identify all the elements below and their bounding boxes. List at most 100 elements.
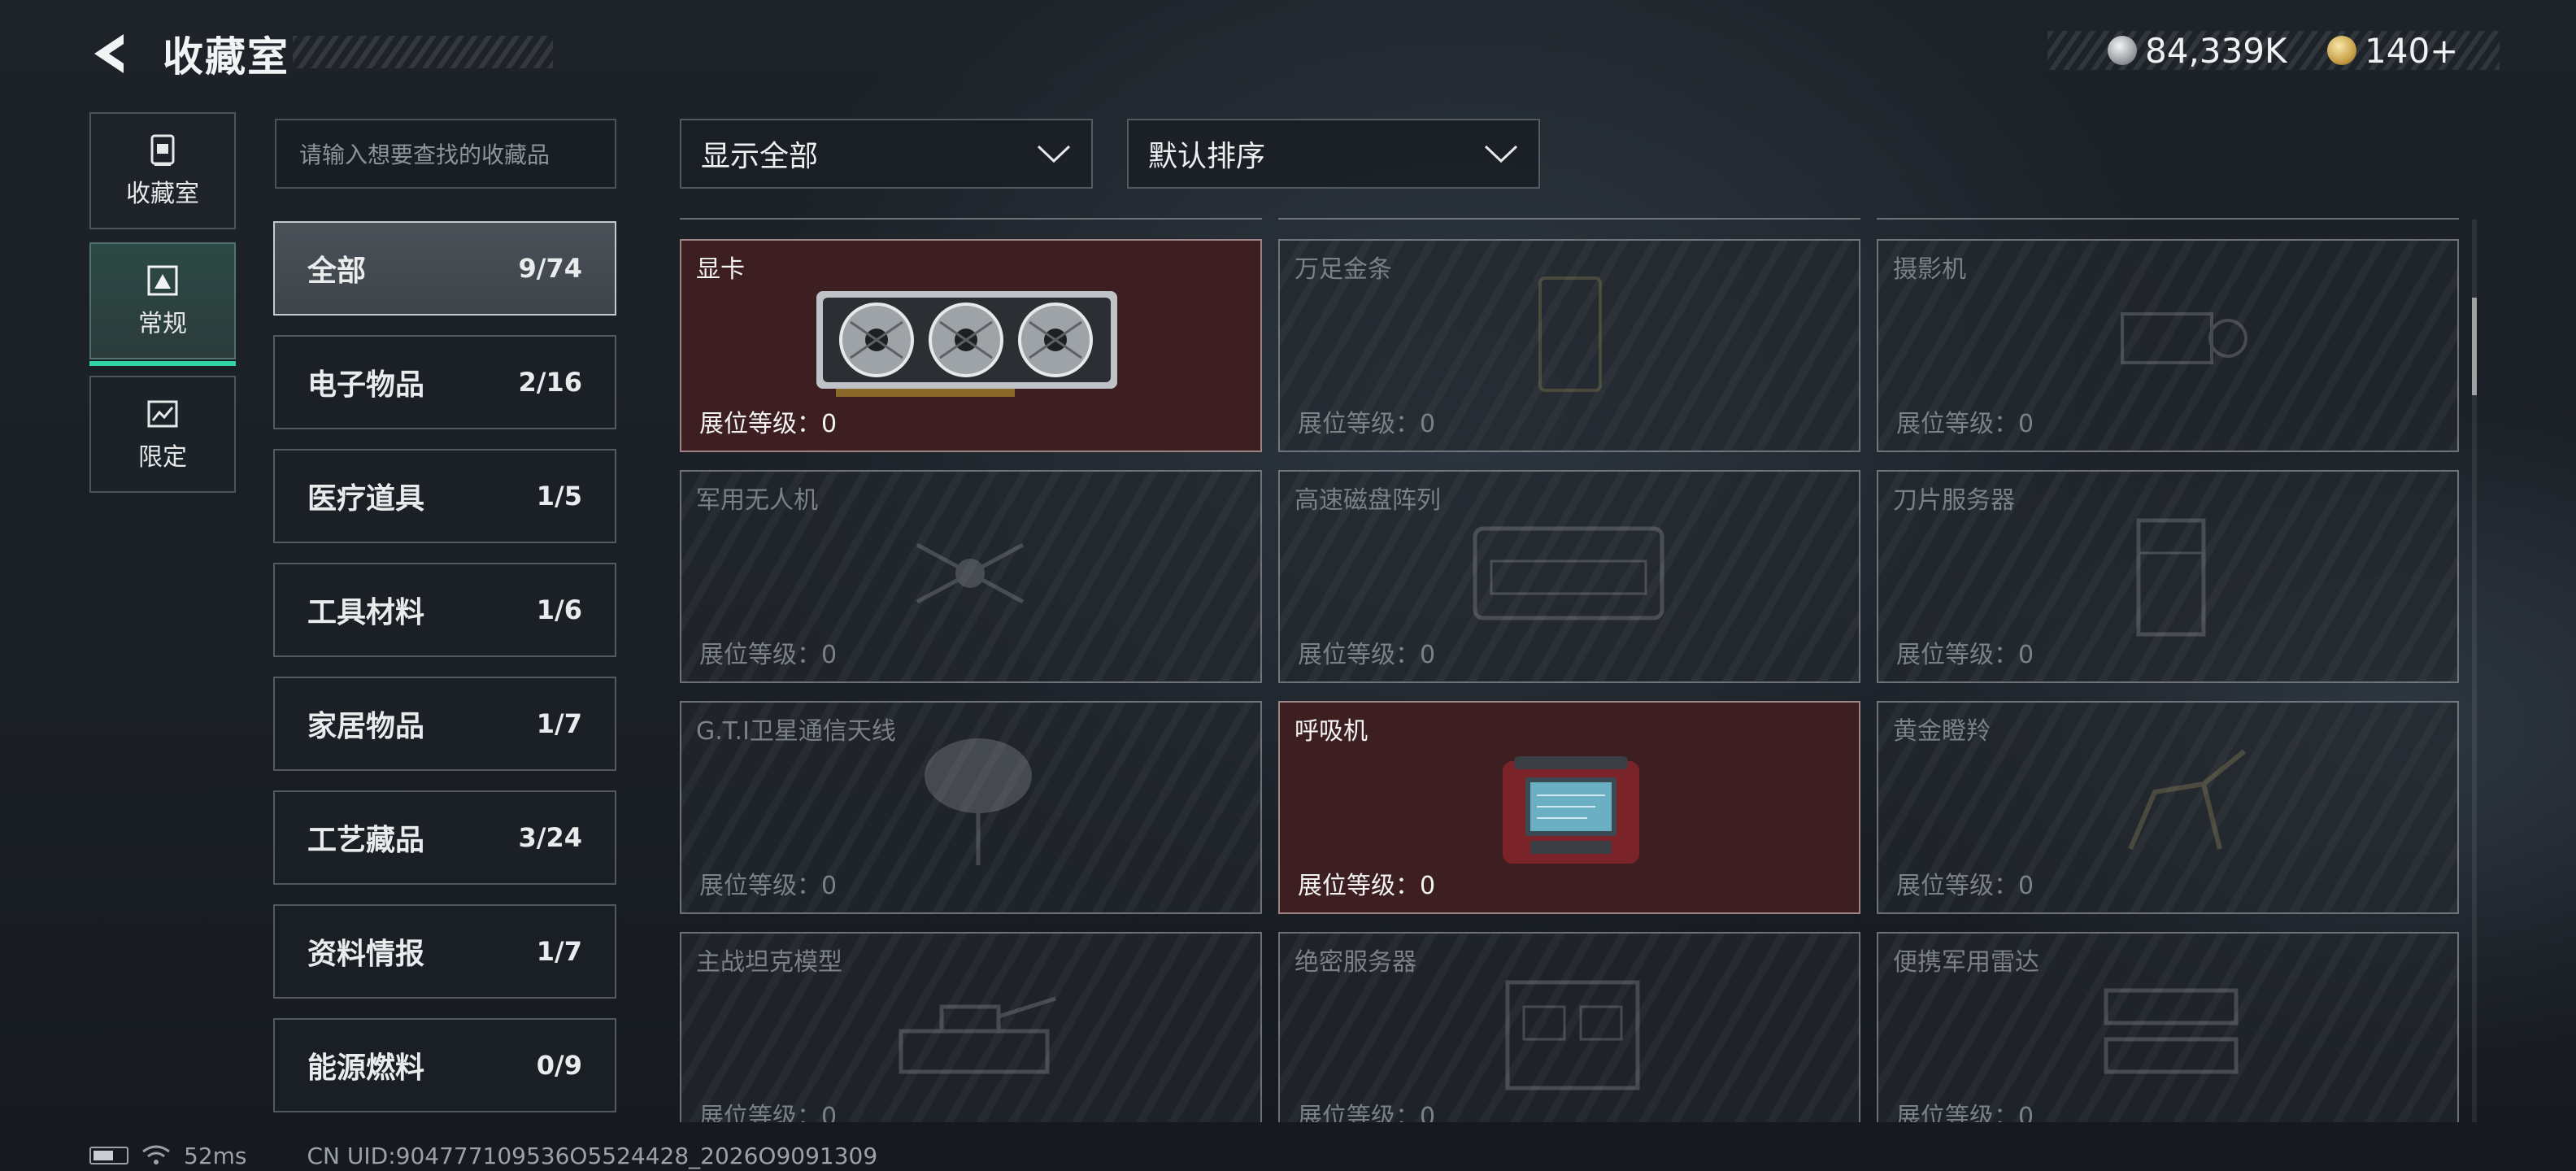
category-count: 2/16 [518,367,582,398]
item-level: 展位等级：0 [1896,1103,2034,1122]
item-level: 展位等级：0 [1298,641,1436,669]
item-level: 展位等级：0 [699,641,838,669]
category-label: 工具材料 [307,596,425,629]
collection-grid: 显卡 展位等级：0 万足金条 展位等级：0 摄影机 展位等级：0 军用无人机 展… [680,220,2459,1122]
item-card-graphics-card[interactable]: 显卡 展位等级：0 [680,239,1262,452]
locker-icon [150,134,175,166]
item-level: 展位等级：0 [1896,872,2034,900]
status-bar: 52ms CN UID:904777109536O5524428_2026O90… [89,1142,877,1169]
sort-value: 默认排序 [1148,140,1266,173]
category-count: 1/7 [536,708,582,739]
camera-silhouette [2121,312,2247,364]
regular-icon [147,265,178,296]
item-card-military-drone[interactable]: 军用无人机 展位等级：0 [680,470,1262,683]
nav-item-regular[interactable]: 常规 [89,242,236,366]
radar-silhouette [2104,988,2239,1074]
show-filter-value: 显示全部 [701,140,819,173]
item-name: 军用无人机 [696,486,818,515]
back-arrow-icon [94,34,124,73]
tank-silhouette [899,996,1056,1074]
item-card-disk-array[interactable]: 高速磁盘阵列 展位等级：0 [1278,470,1860,683]
ventilator-image [1503,756,1639,864]
item-level: 展位等级：0 [1298,410,1436,438]
nav-label-limited: 限定 [138,443,187,472]
category-crafts[interactable]: 工艺藏品 3/24 [273,790,616,885]
gold-currency: 140+ [2327,30,2459,71]
nav-item-limited[interactable]: 限定 [89,376,236,493]
category-intel[interactable]: 资料情报 1/7 [273,904,616,999]
uid-text: CN UID:904777109536O5524428_2026O9091309 [307,1142,878,1169]
item-name: 便携军用雷达 [1893,948,2039,977]
item-name: 呼吸机 [1295,717,1368,746]
item-name: 高速磁盘阵列 [1295,486,1441,515]
limited-icon [147,400,178,428]
category-electronics[interactable]: 电子物品 2/16 [273,335,616,429]
wifi-icon [142,1145,170,1164]
category-label: 资料情报 [307,938,425,971]
category-all[interactable]: 全部 9/74 [273,221,616,316]
item-card-portable-radar[interactable]: 便携军用雷达 展位等级：0 [1877,932,2459,1122]
back-button[interactable] [88,29,137,78]
item-level: 展位等级：0 [1896,641,2034,669]
category-label: 全部 [307,255,367,288]
grid-top-divider [680,218,2459,220]
category-count: 3/24 [518,822,582,853]
category-energy[interactable]: 能源燃料 0/9 [273,1018,616,1112]
item-card-camera[interactable]: 摄影机 展位等级：0 [1877,239,2459,452]
category-label: 医疗道具 [307,482,425,516]
gold-bar-silhouette [1538,276,1602,392]
item-name: G.T.I卫星通信天线 [696,717,896,746]
category-label: 工艺藏品 [307,824,425,857]
scrollbar-thumb[interactable] [2472,298,2477,395]
gold-amount: 140+ [2365,30,2459,71]
currency-bar: 84,339K 140+ [2047,30,2500,71]
disk-array-silhouette [1473,526,1664,620]
gold-coin-icon [2327,36,2356,65]
item-card-golden-gazelle[interactable]: 黄金瞪羚 展位等级：0 [1877,701,2459,914]
item-level: 展位等级：0 [699,872,838,900]
blade-server-silhouette [2136,518,2206,637]
item-card-secret-server[interactable]: 绝密服务器 展位等级：0 [1278,932,1860,1122]
silver-amount: 84,339K [2145,30,2287,71]
category-tools[interactable]: 工具材料 1/6 [273,563,616,657]
drone-silhouette [916,542,1025,604]
item-name: 刀片服务器 [1893,486,2015,515]
item-name: 绝密服务器 [1295,948,1416,977]
item-level: 展位等级：0 [1298,1103,1436,1122]
item-card-blade-server[interactable]: 刀片服务器 展位等级：0 [1877,470,2459,683]
item-name: 摄影机 [1893,255,1966,284]
category-label: 家居物品 [307,710,425,743]
search-placeholder: 请输入想要查找的收藏品 [299,141,550,168]
item-card-tank-model[interactable]: 主战坦克模型 展位等级：0 [680,932,1262,1122]
show-filter-dropdown[interactable]: 显示全部 [680,119,1093,189]
item-name: 主战坦克模型 [696,948,842,977]
page-title: 收藏室 [163,33,289,81]
silver-coin-icon [2108,36,2137,65]
chevron-down-icon [1484,145,1518,163]
silver-currency: 84,339K [2108,30,2287,71]
item-level: 展位等级：0 [699,1103,838,1122]
ping-value: 52ms [184,1142,247,1169]
item-name: 万足金条 [1295,255,1392,284]
search-input[interactable]: 请输入想要查找的收藏品 [275,119,616,189]
item-card-ventilator[interactable]: 呼吸机 展位等级：0 [1278,701,1860,914]
category-count: 1/5 [536,481,582,511]
nav-item-locker[interactable]: 收藏室 [89,112,236,229]
category-count: 1/6 [536,594,582,625]
chevron-down-icon [1037,145,1071,163]
title-decoration [293,36,553,68]
item-name: 黄金瞪羚 [1893,717,1991,746]
battery-icon [89,1147,128,1164]
category-medical[interactable]: 医疗道具 1/5 [273,449,616,543]
secret-server-silhouette [1505,980,1640,1090]
gazelle-silhouette [2128,749,2246,851]
item-card-satellite-antenna[interactable]: G.T.I卫星通信天线 展位等级：0 [680,701,1262,914]
category-label: 电子物品 [307,368,425,402]
item-level: 展位等级：0 [1298,872,1436,900]
item-card-gold-bar[interactable]: 万足金条 展位等级：0 [1278,239,1860,452]
category-household[interactable]: 家居物品 1/7 [273,677,616,771]
sort-dropdown[interactable]: 默认排序 [1127,119,1540,189]
category-label: 能源燃料 [307,1051,425,1085]
satellite-antenna-silhouette [925,738,1032,865]
item-level: 展位等级：0 [699,410,838,438]
